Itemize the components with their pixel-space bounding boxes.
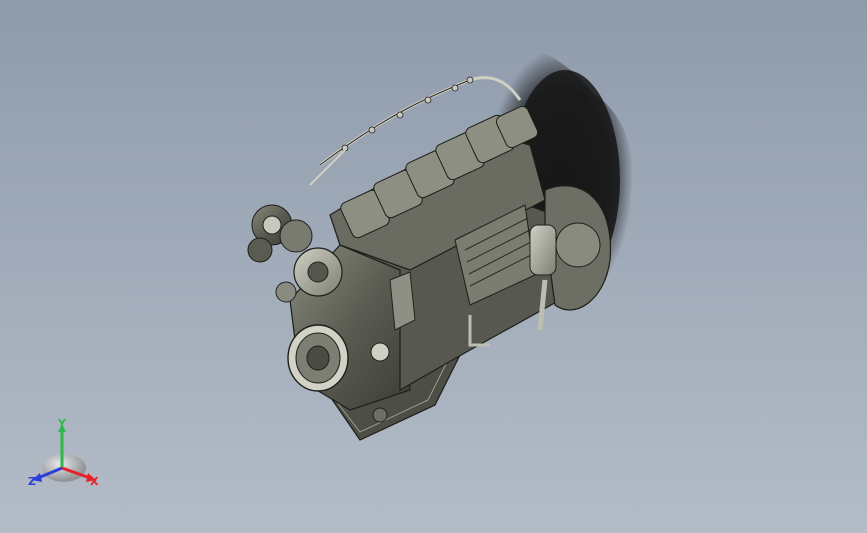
triad-label-x: X xyxy=(90,475,99,488)
triad-label-z: Z xyxy=(28,475,36,488)
graphics-viewport[interactable]: Y X Z xyxy=(0,0,867,533)
view-triad[interactable]: Y X Z xyxy=(24,418,114,496)
crank-damper xyxy=(287,324,349,392)
triad-label-y: Y xyxy=(58,417,66,430)
engine-model[interactable] xyxy=(0,0,867,533)
triad-icon xyxy=(32,424,96,482)
